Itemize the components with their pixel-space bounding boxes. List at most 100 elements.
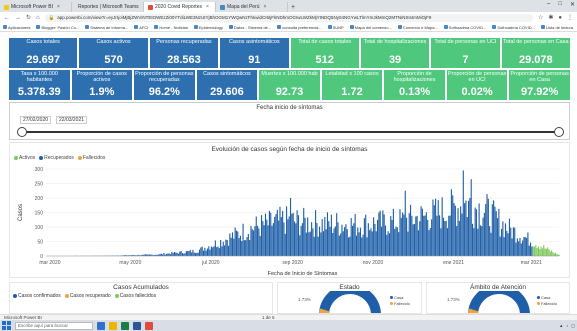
kpi-value: 29.697 [26, 54, 61, 66]
legend-item[interactable]: Casos recuperado [64, 293, 111, 299]
browser-tab[interactable]: 2020 Covid Reportes × [144, 2, 216, 12]
home-icon[interactable]: ⌂ [36, 15, 40, 21]
bookmark-icon [134, 25, 139, 29]
minimize-icon[interactable]: – [547, 1, 550, 8]
bookmark-item[interactable]: SUNP [327, 25, 344, 30]
extensions-icon[interactable]: ✱ [548, 14, 553, 21]
bar [301, 223, 303, 256]
kpi-label: Total de personas en Casa [503, 39, 569, 45]
bookmark-item[interactable]: Epidemiology [193, 25, 223, 30]
tab-close-icon[interactable]: × [206, 4, 209, 10]
bar [453, 203, 455, 256]
bar [229, 233, 231, 256]
bar [289, 198, 292, 256]
bookmark-item[interactable]: AFCI [134, 25, 148, 30]
bar [450, 189, 452, 256]
network-icon[interactable]: ▲ [559, 323, 563, 328]
bookmark-item[interactable]: Sistema de Informa... [85, 25, 128, 30]
forward-icon[interactable]: → [15, 15, 21, 21]
browser-tab[interactable]: Mapa del Perú × [216, 2, 288, 12]
date-slicer[interactable]: Fecha inicio de síntomas 27/02/2020 22/0… [9, 102, 570, 140]
bookmark-item[interactable]: consulta preferencia... [277, 25, 322, 30]
bookmark-icon [492, 25, 497, 29]
bar [500, 228, 503, 256]
bar [394, 228, 396, 256]
bookmark-item[interactable]: Datos - Sistema de... [228, 25, 271, 30]
bar [408, 213, 410, 256]
bar [251, 229, 253, 256]
url-input[interactable]: 🔒 app.powerbi.com/view?r=eyJrIjoiMjBjZWV… [44, 13, 533, 22]
maximize-icon[interactable]: □ [558, 1, 562, 8]
legend-item[interactable]: Fallecidos [77, 155, 105, 161]
legend-item[interactable]: Activos [14, 155, 35, 161]
legend-item[interactable]: Casos confirmados [13, 293, 61, 299]
bar [336, 213, 338, 256]
bar [551, 250, 553, 256]
bar [478, 203, 480, 256]
bookmark-item[interactable]: Sofhoadma COVID... [492, 25, 535, 30]
kpi-label: Proporción de casos activos [76, 71, 127, 83]
bookmark-item[interactable]: Aplicaciones [3, 25, 30, 30]
bar [412, 224, 414, 256]
bookmark-item[interactable]: Comercio e Mapa... [397, 25, 438, 30]
browser-tab[interactable]: Microsoft Power BI × [0, 2, 72, 12]
new-tab-button[interactable]: + [288, 2, 298, 12]
volume-icon[interactable]: ♪ [566, 323, 568, 328]
legend-item: Fallecido [537, 301, 557, 306]
tab-close-icon[interactable]: × [264, 4, 267, 10]
bar [287, 219, 289, 256]
slider-start-handle[interactable] [17, 127, 27, 137]
bookmark-item[interactable]: Lista de lectura [540, 25, 573, 30]
file-explorer-icon[interactable] [109, 321, 117, 330]
tab-close-icon[interactable]: × [57, 4, 60, 10]
bar [460, 206, 462, 256]
task-view-icon[interactable] [97, 321, 105, 330]
bar [448, 215, 450, 256]
star-icon[interactable]: ☆ [538, 14, 543, 21]
slider-end-handle[interactable] [554, 127, 564, 137]
bookmark-item[interactable]: Mapa del comercio... [349, 25, 392, 30]
bar [255, 216, 257, 256]
word-icon[interactable] [133, 321, 141, 330]
bookmark-item[interactable]: Sofhoadma COVID... [443, 25, 486, 30]
bar [188, 251, 190, 256]
bookmark-item[interactable]: Home - Noticias [154, 25, 188, 30]
slider-track[interactable] [22, 131, 559, 133]
bar [503, 237, 505, 256]
bar [479, 225, 481, 256]
bar [247, 233, 249, 256]
bar [442, 217, 445, 256]
bookmark-icon [349, 25, 354, 29]
profile-icon[interactable]: ● [558, 15, 562, 21]
legend-item[interactable]: Recuperados [39, 155, 74, 161]
chrome-icon[interactable] [145, 321, 153, 330]
browser-tab[interactable]: Reportes | Microsoft Teams× [72, 2, 144, 12]
bar [495, 211, 497, 256]
lock-icon: 🔒 [48, 14, 55, 20]
bar [494, 206, 496, 256]
kpi-value: 28.563 [167, 54, 201, 66]
menu-icon[interactable]: ⋮ [567, 14, 573, 21]
notifications-icon[interactable]: ▢ [571, 323, 575, 328]
legend-item[interactable]: Casos fallecidos [114, 293, 156, 299]
bar [254, 226, 256, 256]
start-date-input[interactable]: 27/02/2020 [20, 116, 52, 124]
bar [204, 247, 206, 256]
legend-label: Recuperados [44, 155, 74, 161]
back-icon[interactable]: ← [4, 15, 10, 21]
windows-start-icon[interactable] [2, 321, 11, 330]
bar [535, 245, 537, 256]
reload-icon[interactable]: ↻ [26, 14, 31, 21]
close-icon[interactable]: ✕ [570, 1, 575, 8]
bar [429, 228, 431, 256]
bar [520, 243, 522, 256]
taskbar-search-input[interactable]: Escribe aquí para buscar [15, 321, 93, 330]
bar [307, 217, 309, 256]
end-date-input[interactable]: 22/03/2021 [56, 116, 88, 124]
excel-icon[interactable] [121, 321, 129, 330]
bar [438, 215, 441, 256]
bar [192, 249, 194, 256]
kpi-card: Total de hospitalizaciones 39 [360, 38, 430, 68]
bookmark-item[interactable]: Blogger: Pasión Co... [36, 25, 79, 30]
bar [253, 230, 255, 256]
